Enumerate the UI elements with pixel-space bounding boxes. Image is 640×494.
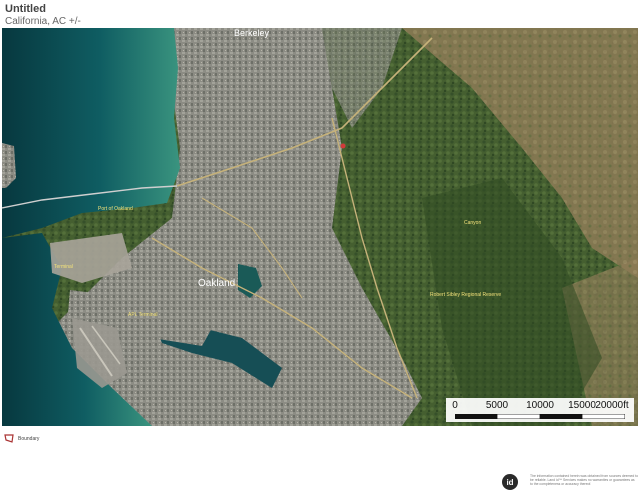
map-image: Berkeley Oakland Port of Oakland Termina… (2, 28, 638, 426)
disclaimer-text: The information contained herein was obt… (530, 474, 638, 487)
label-port: Port of Oakland (98, 206, 133, 212)
report-title: Untitled (5, 3, 46, 15)
boundary-marker[interactable] (340, 143, 346, 149)
scale-label-10000: 10000 (526, 400, 554, 411)
scale-ticks (455, 414, 625, 419)
scale-label-5000: 5000 (485, 400, 509, 411)
label-berkeley: Berkeley (234, 28, 270, 38)
boundary-swatch-icon (4, 434, 14, 443)
footer: id The information contained herein was … (502, 474, 638, 492)
label-canyon: Canyon (464, 220, 481, 226)
scale-label-20000ft: 20000ft (595, 400, 629, 411)
label-apl: APL Terminal (128, 312, 157, 318)
legend-label: Boundary (18, 435, 40, 442)
label-oakland: Oakland (198, 278, 235, 289)
label-reserve: Robert Sibley Regional Reserve (430, 292, 501, 298)
scale-label-15000: 15000 (568, 400, 596, 411)
landid-logo: id (502, 474, 518, 490)
label-terminal: Terminal (54, 264, 73, 270)
scale-label-0: 0 (452, 400, 458, 411)
report-subtitle: California, AC +/- (5, 16, 81, 27)
scale-bar: 0 5000 10000 15000 20000ft (446, 398, 634, 422)
satellite-map[interactable]: Berkeley Oakland Port of Oakland Termina… (2, 28, 638, 426)
map-legend: Boundary (4, 434, 39, 443)
